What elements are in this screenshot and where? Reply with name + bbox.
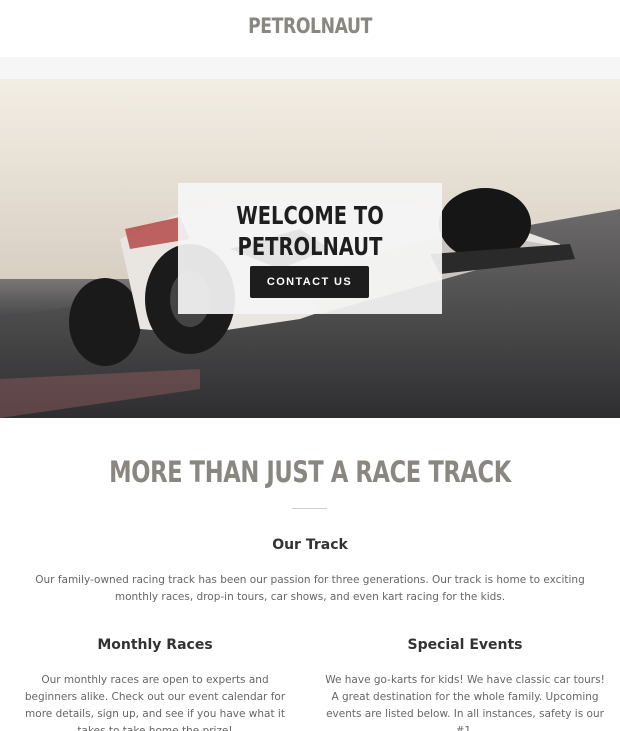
hero-heading: WELCOME TO PETROLNAUT: [207, 200, 413, 262]
special-events-title: Special Events: [407, 637, 523, 653]
monthly-races-text: Our monthly races are open to experts an…: [24, 674, 286, 731]
hero-banner: WELCOME TO PETROLNAUT CONTACT US: [0, 79, 620, 418]
hero-welcome-card: WELCOME TO PETROLNAUT CONTACT US: [178, 183, 442, 314]
section-title: MORE THAN JUST A RACE TRACK: [109, 455, 511, 489]
hero-heading-line1: WELCOME TO: [236, 201, 384, 230]
hero-heading-line2: PETROLNAUT: [237, 232, 383, 261]
header-divider-strip: [0, 57, 620, 79]
special-events-text: We have go-karts for kids! We have class…: [325, 674, 605, 731]
section-divider: [292, 508, 327, 509]
our-track-title: Our Track: [272, 537, 348, 553]
our-track-text: Our family-owned racing track has been o…: [35, 574, 585, 603]
site-title[interactable]: PETROLNAUT: [56, 14, 564, 38]
monthly-races-title: Monthly Races: [97, 637, 213, 653]
contact-us-button[interactable]: CONTACT US: [250, 266, 369, 298]
site-header: PETROLNAUT: [0, 0, 620, 57]
